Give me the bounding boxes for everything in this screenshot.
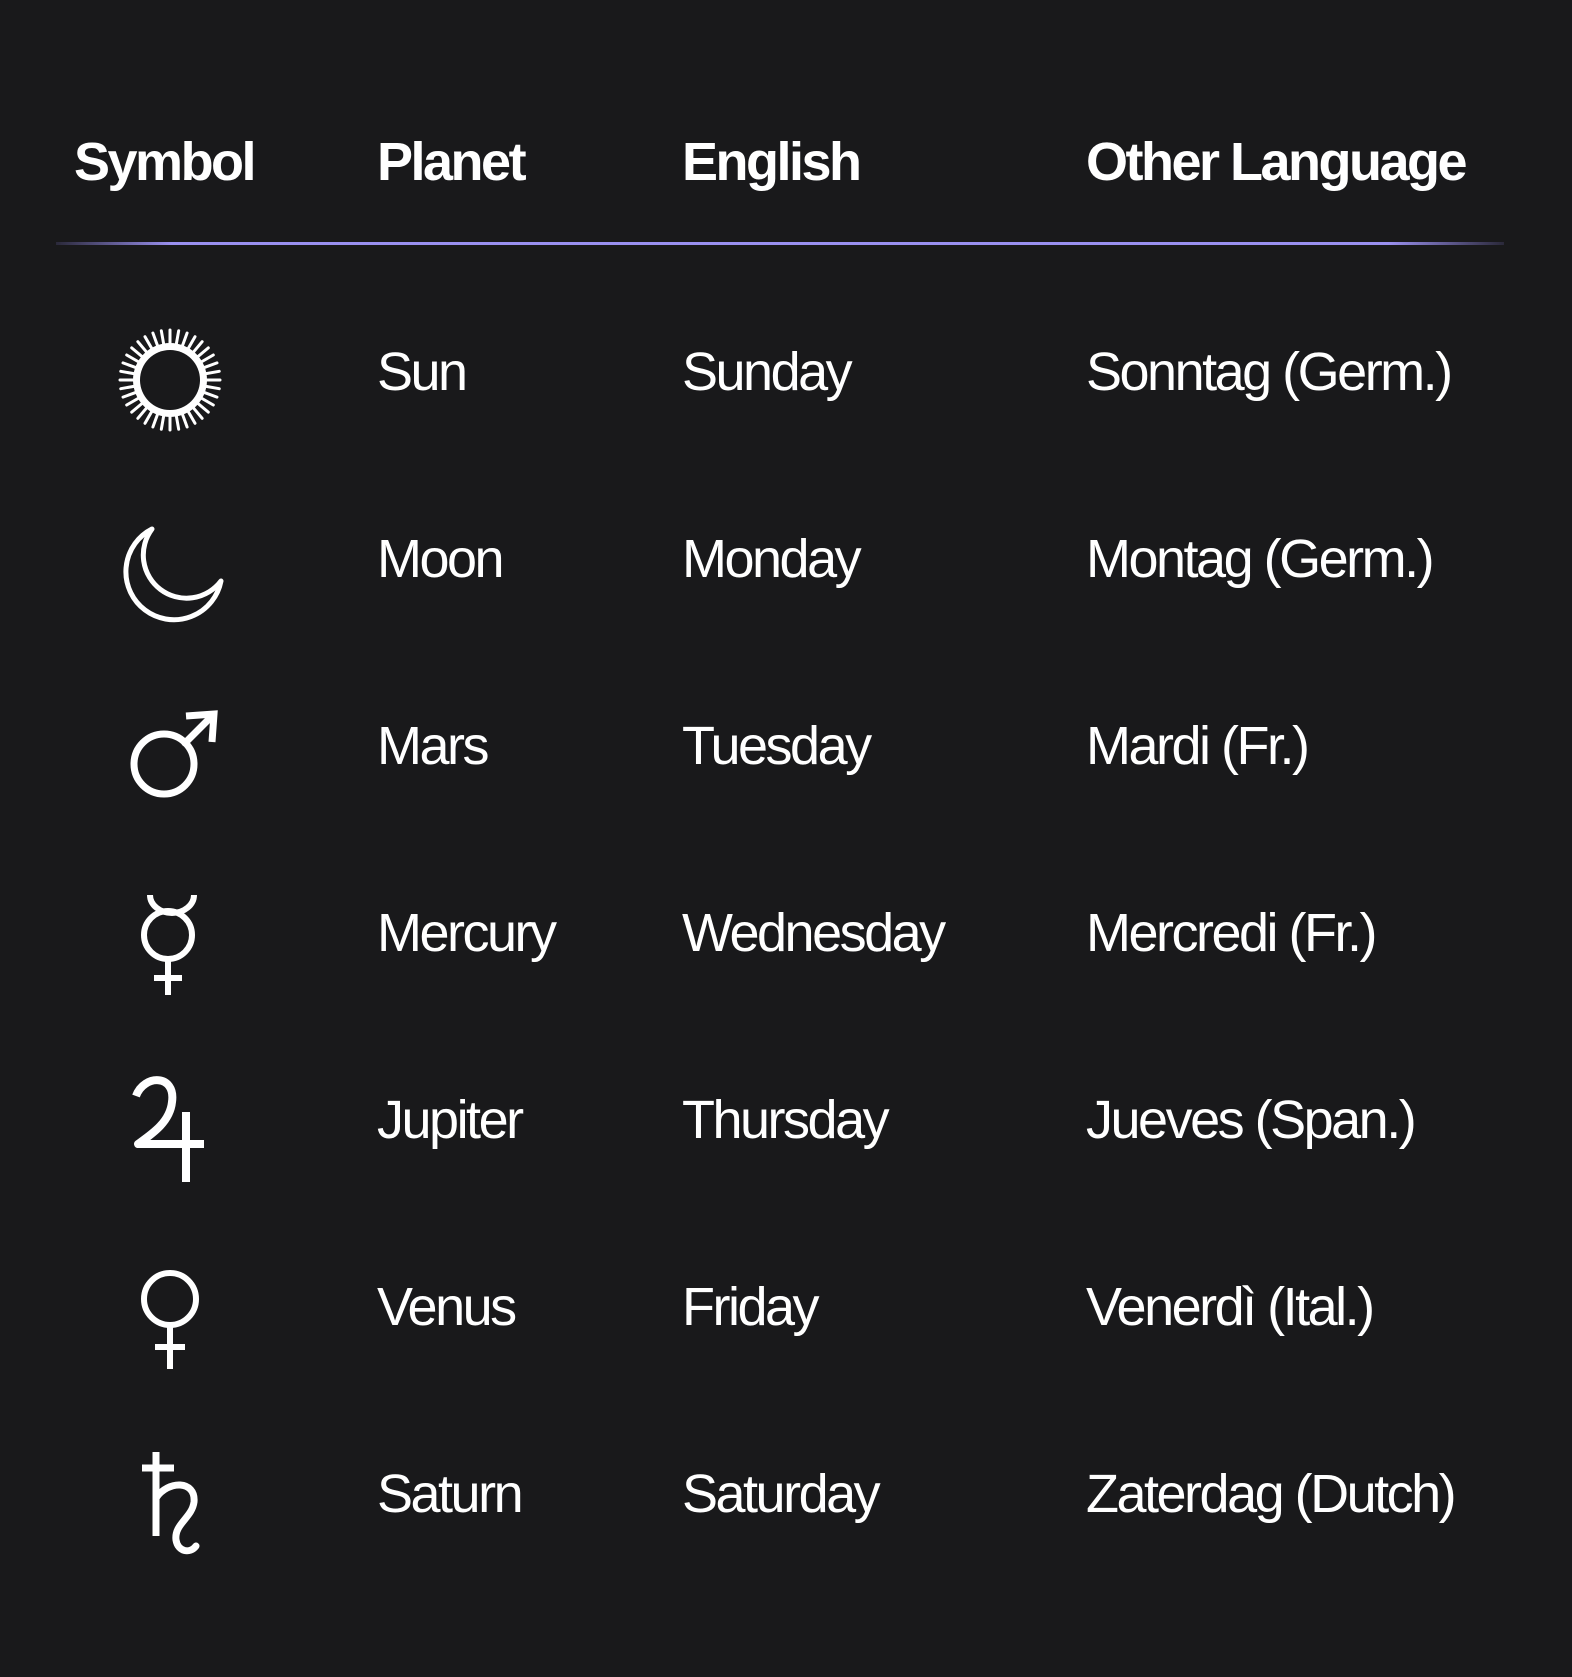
header-english: English <box>682 132 862 192</box>
other-language-day: Zaterdag (Dutch) <box>1086 1464 1457 1524</box>
sun-icon <box>112 322 228 438</box>
english-day: Wednesday <box>682 903 946 963</box>
table-row: Mars Tuesday Mardi (Fr.) <box>0 652 1572 840</box>
other-language-day: Jueves (Span.) <box>1086 1090 1417 1150</box>
mercury-icon <box>112 883 228 999</box>
english-day: Thursday <box>682 1090 890 1150</box>
english-day: Tuesday <box>682 716 872 776</box>
table-row: Jupiter Thursday Jueves (Span.) <box>0 1026 1572 1214</box>
header-other-language: Other Language <box>1086 132 1468 192</box>
table-row: Mercury Wednesday Mercredi (Fr.) <box>0 839 1572 1027</box>
other-language-day: Sonntag (Germ.) <box>1086 342 1453 402</box>
planet-day-table: Symbol Planet English Other Language Sun… <box>0 0 1572 1677</box>
planet-name: Sun <box>377 342 468 402</box>
jupiter-icon <box>112 1070 228 1186</box>
planet-name: Mercury <box>377 903 557 963</box>
planet-name: Mars <box>377 716 490 776</box>
english-day: Friday <box>682 1277 820 1337</box>
table-row: Venus Friday Venerdì (Ital.) <box>0 1213 1572 1401</box>
planet-name: Jupiter <box>377 1090 524 1150</box>
table-row: Moon Monday Montag (Germ.) <box>0 465 1572 653</box>
english-day: Saturday <box>682 1464 881 1524</box>
other-language-day: Mardi (Fr.) <box>1086 716 1310 776</box>
saturn-icon <box>112 1444 228 1560</box>
english-day: Sunday <box>682 342 853 402</box>
mars-icon <box>112 696 228 812</box>
venus-icon <box>112 1257 228 1373</box>
planet-name: Venus <box>377 1277 517 1337</box>
planet-name: Moon <box>377 529 505 589</box>
table-row: Saturn Saturday Zaterdag (Dutch) <box>0 1400 1572 1588</box>
header-planet: Planet <box>377 132 527 192</box>
other-language-day: Mercredi (Fr.) <box>1086 903 1378 963</box>
header-symbol: Symbol <box>74 132 257 192</box>
planet-name: Saturn <box>377 1464 524 1524</box>
header-divider <box>56 242 1504 245</box>
table-row: Sun Sunday Sonntag (Germ.) <box>0 278 1572 466</box>
other-language-day: Montag (Germ.) <box>1086 529 1435 589</box>
moon-icon <box>112 509 228 625</box>
other-language-day: Venerdì (Ital.) <box>1086 1277 1375 1337</box>
english-day: Monday <box>682 529 862 589</box>
